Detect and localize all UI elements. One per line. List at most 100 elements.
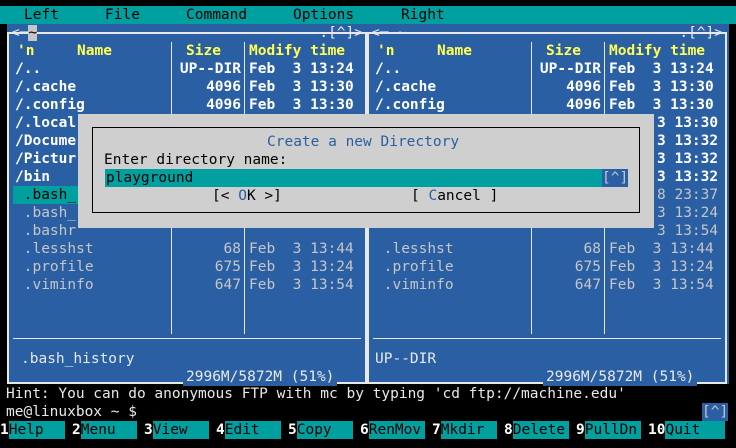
mkdir-dialog: Create a new Directory Enter directory n… — [78, 114, 654, 228]
right-file-row[interactable]: .lesshst 68 Feb 3 13:44 — [373, 240, 721, 258]
right-header-name[interactable]: Name — [437, 42, 472, 60]
file-mtime: 3 13:54 — [657, 223, 719, 239]
left-tab-suffix[interactable]: .[^]> — [319, 24, 363, 42]
fkey-view[interactable]: 3View — [144, 421, 216, 439]
menu-options[interactable]: Options — [293, 6, 354, 24]
left-file-row[interactable]: /.config 4096 Feb 3 13:30 — [13, 96, 361, 114]
left-panel-tabbar: <─~ — [11, 24, 38, 42]
file-size: 68 — [583, 241, 601, 257]
left-file-row[interactable]: .bash_ — [13, 186, 85, 204]
fkey-mkdir[interactable]: 7Mkdir — [432, 421, 504, 439]
file-name: /.config — [15, 97, 85, 113]
left-header-size[interactable]: Size — [186, 42, 221, 60]
left-header-mtime[interactable]: Modify time — [249, 42, 345, 60]
file-name: .profile — [15, 259, 94, 275]
file-name: /.cache — [15, 79, 77, 95]
fkey-number: 3 — [144, 422, 153, 438]
fkey-label: PullDn — [584, 421, 641, 439]
file-size: 675 — [214, 259, 241, 275]
command-prompt[interactable]: me@linuxbox ~ $ — [6, 403, 137, 421]
fkey-help[interactable]: 1Help — [0, 421, 72, 439]
input-history-button[interactable]: [^] — [602, 169, 628, 187]
fkey-number: 5 — [288, 422, 297, 438]
left-header-name[interactable]: Name — [77, 42, 112, 60]
file-name: .viminfo — [375, 277, 454, 293]
file-mtime: Feb 3 13:24 — [249, 61, 354, 77]
fkey-label: Help — [8, 421, 65, 439]
right-header-n[interactable]: 'n — [377, 42, 394, 60]
menu-command[interactable]: Command — [186, 6, 247, 24]
file-mtime: Feb 3 13:24 — [249, 259, 354, 275]
fkey-quit[interactable]: 10Quit — [648, 421, 736, 439]
file-size: 647 — [214, 277, 241, 293]
fkey-copy[interactable]: 5Copy — [288, 421, 360, 439]
file-mtime: Feb 3 13:44 — [249, 241, 354, 257]
file-mtime: Feb 3 13:54 — [609, 277, 714, 293]
file-size: 4096 — [206, 97, 241, 113]
right-tab-suffix[interactable]: .[^]> — [679, 24, 723, 42]
cancel-pre: [ — [411, 188, 429, 204]
fkey-pulldn[interactable]: 9PullDn — [576, 421, 648, 439]
right-file-row[interactable]: /.. UP--DIR Feb 3 13:24 — [373, 60, 721, 78]
fkey-menu[interactable]: 2Menu — [72, 421, 144, 439]
file-name: .lesshst — [375, 241, 454, 257]
function-key-bar: 1Help 2Menu 3View 4Edit 5Copy 6RenMov 7Mkdir 8D… — [0, 421, 736, 439]
left-header-n[interactable]: 'n — [17, 42, 34, 60]
file-mtime: 3 13:24 — [657, 205, 719, 221]
right-status: UP--DIR — [375, 351, 437, 367]
menu-bar: Left File Command Options Right — [0, 6, 736, 24]
file-size: 4096 — [566, 79, 601, 95]
cancel-hotkey: C — [428, 188, 438, 204]
file-size: 68 — [223, 241, 241, 257]
dialog-label: Enter directory name: — [104, 152, 288, 168]
fkey-number: 7 — [432, 422, 441, 438]
right-header-mtime[interactable]: Modify time — [609, 42, 705, 60]
menu-right[interactable]: Right — [401, 6, 445, 24]
fkey-label: Delete — [512, 421, 569, 439]
left-tab-current[interactable]: ~ — [28, 25, 38, 41]
fkey-label: Quit — [665, 421, 726, 439]
right-file-row[interactable]: .viminfo 647 Feb 3 13:54 — [373, 276, 721, 294]
menu-file[interactable]: File — [105, 6, 140, 24]
file-mtime: Feb 3 13:30 — [249, 97, 354, 113]
file-size: 647 — [574, 277, 601, 293]
left-file-row[interactable]: .profile 675 Feb 3 13:24 — [13, 258, 361, 276]
left-file-row[interactable]: /.cache 4096 Feb 3 13:30 — [13, 78, 361, 96]
file-name: /.cache — [375, 79, 437, 95]
right-tab-prefix: <─ ~ — [371, 25, 406, 41]
fkey-renmov[interactable]: 6RenMov — [360, 421, 432, 439]
file-mtime: Feb 3 13:30 — [609, 97, 714, 113]
hint-line: Hint: You can do anonymous FTP with mc b… — [6, 386, 626, 402]
right-file-row[interactable]: /.config 4096 Feb 3 13:30 — [373, 96, 721, 114]
left-file-row[interactable]: .lesshst 68 Feb 3 13:44 — [13, 240, 361, 258]
command-history-button[interactable]: [^] — [702, 403, 728, 421]
file-size: 4096 — [566, 97, 601, 113]
left-status: .bash_history — [21, 351, 135, 367]
fkey-number: 9 — [576, 422, 585, 438]
left-file-row[interactable]: /.. UP--DIR Feb 3 13:24 — [13, 60, 361, 78]
ok-button[interactable]: [< OK >] — [212, 187, 282, 205]
file-mtime: Feb 3 13:30 — [249, 79, 354, 95]
ok-post: K >] — [246, 188, 282, 204]
file-name: .lesshst — [15, 241, 94, 257]
left-tab-prefix: <─ — [11, 25, 29, 41]
right-usage: 2996M/5872M (51%) — [543, 368, 698, 386]
left-file-row[interactable]: .viminfo 647 Feb 3 13:54 — [13, 276, 361, 294]
file-mtime: 3 13:32 — [657, 169, 719, 185]
cancel-button[interactable]: [ Cancel ] — [411, 187, 498, 205]
file-size: 4096 — [206, 79, 241, 95]
fkey-edit[interactable]: 4Edit — [216, 421, 288, 439]
menu-left[interactable]: Left — [24, 6, 59, 24]
directory-name-input[interactable] — [105, 169, 604, 187]
left-usage: 2996M/5872M (51%) — [183, 368, 338, 386]
fkey-label: Mkdir — [440, 421, 497, 439]
file-mtime: Feb 3 13:24 — [609, 61, 714, 77]
right-status-sep — [373, 338, 721, 339]
fkey-number: 8 — [504, 422, 513, 438]
right-file-row[interactable]: .profile 675 Feb 3 13:24 — [373, 258, 721, 276]
fkey-number: 1 — [0, 422, 9, 438]
file-mtime: Feb 3 13:24 — [609, 259, 714, 275]
fkey-delete[interactable]: 8Delete — [504, 421, 576, 439]
right-header-size[interactable]: Size — [546, 42, 581, 60]
right-file-row[interactable]: /.cache 4096 Feb 3 13:30 — [373, 78, 721, 96]
